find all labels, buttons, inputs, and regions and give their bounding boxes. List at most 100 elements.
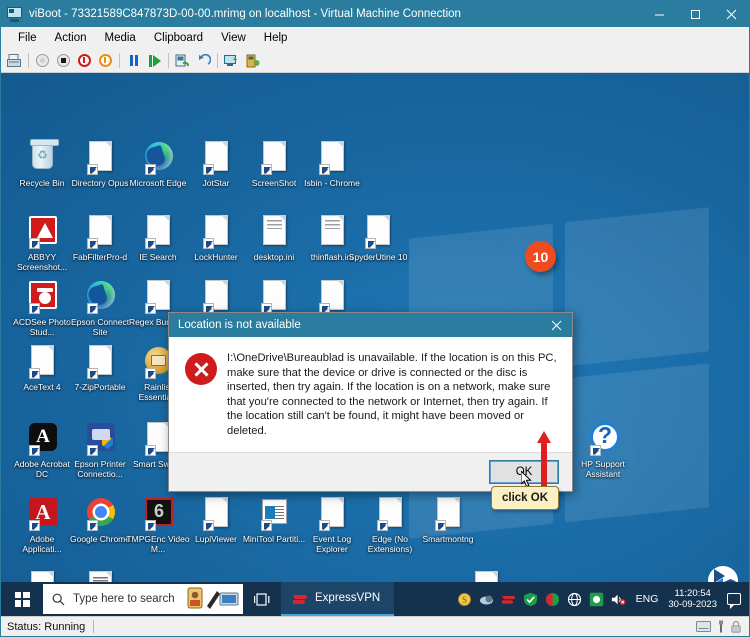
desktop-icon-isbin-chrome[interactable]: Isbin - Chrome [299, 139, 365, 189]
desktop-icon-abbyy-screenshot[interactable]: ABBYY Screenshot... [9, 213, 75, 272]
maximize-button[interactable] [677, 1, 713, 27]
desktop-icon-spyderutine[interactable]: SpyderUtine 10 [345, 213, 411, 263]
desktop-icon-acetext[interactable]: AceText 4 [9, 343, 75, 393]
red-arrow-annotation [537, 431, 551, 487]
minimize-button[interactable] [641, 1, 677, 27]
desktop-icon-label: Directory Opus [71, 178, 129, 188]
document-icon [83, 213, 117, 251]
volume-muted-icon[interactable] [611, 592, 626, 607]
dialog-close-icon[interactable] [540, 313, 572, 337]
kaspersky-icon[interactable] [545, 592, 560, 607]
desktop-icon-acdsee[interactable]: ACDSee Photo Stud... [9, 278, 75, 337]
desktop-icon-epson-printer-connection[interactable]: Epson Printer Connectio... [67, 420, 133, 479]
task-view-icon[interactable] [243, 582, 281, 616]
desktop-icon-hp-support-assistant[interactable]: HP Support Assistant [570, 420, 636, 479]
dialog-body: I:\OneDrive\Bureaublad is unavailable. I… [169, 337, 572, 453]
desktop-icon-fabfilterpro[interactable]: FabFilterPro-d [67, 213, 133, 263]
expressvpn-tray-icon[interactable] [501, 592, 516, 607]
desktop-icon-label: MiniTool Partiti... [242, 534, 306, 544]
desktop-icon-label: AceText 4 [23, 382, 61, 392]
document-icon [431, 495, 465, 533]
ctrl-alt-delete-icon[interactable] [4, 51, 25, 71]
desktop-icon-label: desktop.ini [253, 252, 295, 262]
desktop-icon-epson-connect-site[interactable]: Epson Connect Site [67, 278, 133, 337]
language-indicator[interactable]: ENG [636, 593, 659, 605]
action-center-icon[interactable] [727, 593, 741, 609]
desktop-icon-adobe-applications[interactable]: Adobe Applicati... [9, 495, 75, 554]
status-right-icons [696, 620, 749, 633]
ok-button-label: OK [515, 466, 533, 478]
revert-icon[interactable] [193, 51, 214, 71]
document-icon [199, 213, 233, 251]
acdsee-icon [25, 278, 59, 316]
taskbar-app-expressvpn[interactable]: ExpressVPN [281, 582, 395, 616]
resume-icon[interactable] [144, 51, 165, 71]
checkpoint-icon[interactable] [172, 51, 193, 71]
desktop-icon-tmpgenc-video[interactable]: TMPGEnc Video M... [125, 495, 191, 554]
document-icon [257, 139, 291, 177]
desktop-icon-label: SpyderUtine 10 [348, 252, 408, 262]
power-icon[interactable] [95, 51, 116, 71]
clock-time: 11:20:54 [674, 587, 711, 599]
desktop-icon-label: Google Chrome [69, 534, 130, 544]
desktop-icon-label: LockHunter [194, 252, 238, 262]
menu-item-view[interactable]: View [212, 30, 255, 46]
settings-icon[interactable] [242, 51, 263, 71]
menu-item-help[interactable]: Help [255, 30, 297, 46]
enhanced-session-icon[interactable] [221, 51, 242, 71]
taskbar-clock[interactable]: 11:20:54 30-09-2023 [668, 588, 717, 611]
desktop-icon-google-chrome[interactable]: Google Chrome [67, 495, 133, 545]
desktop-icon-label: IE Search [139, 252, 177, 262]
hp-support-icon [586, 420, 620, 458]
taskbar: Type here to search ExpressVPN S ENG 11:… [1, 582, 749, 616]
desktop-icon-edge-no-extensions[interactable]: Edge (No Extensions) [357, 495, 423, 554]
document-icon [83, 139, 117, 177]
status-text: Status: Running [7, 620, 86, 633]
network-globe-icon[interactable] [567, 592, 582, 607]
location-not-available-dialog: Location is not available I:\OneDrive\Bu… [168, 312, 573, 492]
shutdown-icon[interactable] [53, 51, 74, 71]
desktop-icon-7zip-portable[interactable]: 7-ZipPortable [67, 343, 133, 393]
menu-item-action[interactable]: Action [46, 30, 96, 46]
close-button[interactable] [713, 1, 749, 27]
desktop-icon-smartmontng[interactable]: Smartmontng [415, 495, 481, 545]
menu-item-file[interactable]: File [9, 30, 46, 46]
search-input[interactable]: Type here to search [43, 584, 243, 614]
s-tray-icon[interactable]: S [457, 592, 472, 607]
adobe-icon [25, 495, 59, 533]
desktop-icon-label: Edge (No Extensions) [367, 534, 413, 554]
desktop-icon-jotstar[interactable]: JotStar [183, 139, 249, 189]
ini-file-icon [257, 213, 291, 251]
window-titlebar: viBoot - 73321589C847873D-00-00.mrimg on… [1, 1, 749, 27]
vm-desktop[interactable]: Recycle Bin Directory Opus Microsoft Edg… [1, 73, 749, 616]
desktop-icon-lupiviewer[interactable]: LupiViewer [183, 495, 249, 545]
onedrive-green-icon[interactable] [589, 592, 604, 607]
cloud-sync-icon[interactable] [479, 592, 494, 607]
ini-file-icon [315, 213, 349, 251]
desktop-icon-adobe-acrobat-dc[interactable]: Adobe Acrobat DC [9, 420, 75, 479]
virtual-machine-icon [7, 6, 23, 22]
desktop-icon-minitool-partition[interactable]: MiniTool Partiti... [241, 495, 307, 545]
desktop-icon-directory-opus[interactable]: Directory Opus [67, 139, 133, 189]
desktop-icon-desktop-ini-1[interactable]: desktop.ini [241, 213, 307, 263]
tmpgenc-icon [141, 495, 175, 533]
svg-text:S: S [462, 595, 467, 605]
keyboard-icon [696, 621, 711, 632]
document-icon [199, 139, 233, 177]
desktop-icon-screenshot[interactable]: ScreenShot [241, 139, 307, 189]
security-shield-icon[interactable] [523, 592, 538, 607]
desktop-icon-label: 7-ZipPortable [74, 382, 126, 392]
desktop-icon-event-log-explorer[interactable]: Event Log Explorer [299, 495, 365, 554]
desktop-icon-lockhunter[interactable]: LockHunter [183, 213, 249, 263]
desktop-icon-microsoft-edge[interactable]: Microsoft Edge [125, 139, 191, 189]
desktop-icon-label: ACDSee Photo Stud... [13, 317, 71, 337]
menu-item-clipboard[interactable]: Clipboard [145, 30, 212, 46]
start-icon[interactable] [32, 51, 53, 71]
pause-icon[interactable] [123, 51, 144, 71]
windows-start-icon[interactable] [1, 582, 43, 616]
desktop-icon-recycle-bin[interactable]: Recycle Bin [9, 139, 75, 189]
chrome-icon [83, 495, 117, 533]
menu-item-media[interactable]: Media [96, 30, 145, 46]
turn-off-icon[interactable] [74, 51, 95, 71]
desktop-icon-ie-search[interactable]: IE Search [125, 213, 191, 263]
